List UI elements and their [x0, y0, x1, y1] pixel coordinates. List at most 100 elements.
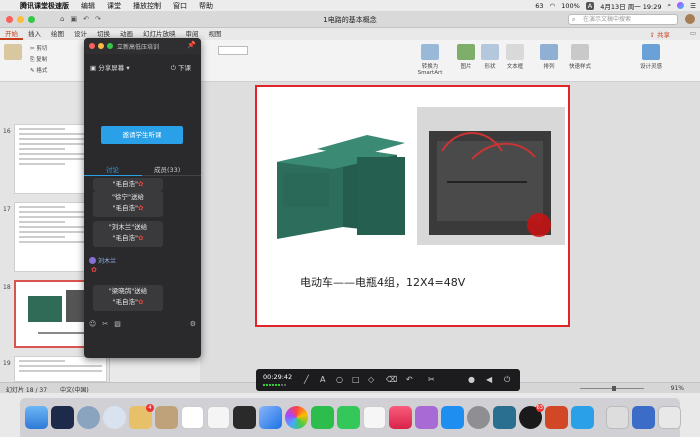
- copy-button[interactable]: ⎘ 复制: [30, 55, 47, 64]
- mail-stamp-icon[interactable]: 4: [129, 404, 154, 429]
- zoom-panel-icon[interactable]: [107, 43, 113, 49]
- tab-discussion[interactable]: 讨论: [106, 164, 119, 174]
- design-ideas-button[interactable]: 设计灵感: [636, 44, 666, 70]
- menu-classroom[interactable]: 课堂: [101, 1, 127, 11]
- tencent-classroom-icon[interactable]: [571, 406, 594, 429]
- copy-icon: ⎘: [30, 57, 35, 63]
- zoom-slider-handle[interactable]: [612, 386, 616, 391]
- slide-thumbnail[interactable]: [14, 356, 107, 382]
- convert-smartart-button[interactable]: 转换为 SmartArt: [415, 44, 445, 76]
- search-placeholder: 在演示文稿中搜索: [583, 16, 632, 23]
- maps-icon[interactable]: [259, 406, 282, 429]
- battery-pack-image[interactable]: [273, 135, 405, 242]
- trash-icon[interactable]: ⌫: [386, 375, 397, 384]
- chat-message: "刘木兰"送给 "毛自浩"✿: [93, 221, 163, 247]
- arrange-button[interactable]: 排列: [540, 44, 558, 70]
- tab-insert[interactable]: 插入: [23, 28, 46, 40]
- downloads-stack-icon[interactable]: [606, 406, 629, 429]
- tab-view[interactable]: 视图: [204, 28, 227, 40]
- comment-icon[interactable]: ▭: [690, 29, 696, 37]
- menu-help[interactable]: 帮助: [193, 1, 219, 11]
- zoom-level[interactable]: 91%: [671, 385, 684, 392]
- network-icon[interactable]: [493, 406, 516, 429]
- menu-app-name[interactable]: 腾讯课堂极速版: [14, 1, 75, 11]
- facetime-icon[interactable]: [311, 406, 334, 429]
- rectangle-icon[interactable]: □: [352, 375, 360, 384]
- format-painter-button[interactable]: ✎ 格式: [30, 66, 47, 74]
- status-battery-count[interactable]: 63: [535, 2, 543, 10]
- messages-icon[interactable]: [337, 406, 360, 429]
- finder-icon[interactable]: [25, 406, 48, 429]
- battery-wiring-image[interactable]: [417, 107, 565, 245]
- powerpoint-icon[interactable]: [545, 406, 568, 429]
- wifi-icon[interactable]: ◠: [550, 2, 556, 10]
- tab-draw[interactable]: 绘图: [46, 28, 69, 40]
- language-indicator[interactable]: 中文(中国): [60, 385, 89, 394]
- circle-icon[interactable]: ○: [336, 375, 343, 384]
- current-slide[interactable]: [255, 85, 570, 327]
- speaker-icon[interactable]: ◀: [486, 375, 492, 384]
- text-tool-icon[interactable]: A: [320, 375, 325, 384]
- screenshot-stack-icon[interactable]: [632, 406, 655, 429]
- undo-icon[interactable]: ↶: [406, 375, 413, 384]
- shape-button[interactable]: 形状: [481, 44, 499, 70]
- photos-icon[interactable]: [285, 406, 308, 429]
- chat-message: "徐宁"送给 "毛自浩"✿: [93, 191, 163, 217]
- paste-button[interactable]: [4, 44, 22, 62]
- share-button[interactable]: ⇪ 共享: [649, 29, 670, 39]
- contacts-icon[interactable]: [155, 406, 178, 429]
- qq-icon[interactable]: 63: [519, 404, 544, 429]
- close-panel-icon[interactable]: [89, 43, 95, 49]
- menu-edit[interactable]: 编辑: [75, 1, 101, 11]
- spotlight-icon[interactable]: ⌕: [668, 1, 672, 10]
- menu-window[interactable]: 窗口: [167, 1, 193, 11]
- slide-caption-text[interactable]: 电动车——电瓶4组，12X4=48V: [300, 274, 465, 290]
- microphone-icon[interactable]: ●: [468, 375, 475, 384]
- picture-button[interactable]: 图片: [457, 44, 475, 70]
- status-battery-pct[interactable]: 100%: [561, 2, 580, 10]
- message-text: "毛自浩": [112, 298, 139, 306]
- scissors-icon[interactable]: ✂: [428, 375, 435, 384]
- design-ideas-icon: [642, 44, 660, 60]
- system-preferences-icon[interactable]: [467, 406, 490, 429]
- classroom-window-controls: [89, 43, 113, 49]
- quick-styles-button[interactable]: 快速样式: [565, 44, 595, 70]
- account-icon[interactable]: [685, 14, 695, 24]
- reminders-icon[interactable]: [233, 406, 256, 429]
- font-size-select[interactable]: [218, 46, 248, 55]
- clock[interactable]: 4月13日 周一 19:29: [600, 1, 661, 11]
- numbers-icon[interactable]: [363, 406, 386, 429]
- rose-icon: ✿: [91, 266, 97, 274]
- emoji-icon[interactable]: ☺: [89, 320, 96, 328]
- end-class-button[interactable]: ⏻ 下课: [171, 62, 191, 73]
- notification-center-icon[interactable]: ☰: [690, 2, 696, 10]
- share-screen-button[interactable]: ▣ 分享屏幕 ▾: [90, 62, 130, 72]
- siri-icon[interactable]: [51, 406, 74, 429]
- image-icon[interactable]: ▨: [114, 320, 121, 328]
- pin-icon[interactable]: 📌: [187, 41, 196, 49]
- search-input[interactable]: ⌕ 在演示文稿中搜索: [568, 14, 678, 25]
- safari-icon[interactable]: [103, 406, 126, 429]
- podcasts-icon[interactable]: [415, 406, 438, 429]
- tab-members[interactable]: 成员(33): [154, 164, 180, 174]
- cut-button[interactable]: ✂ 剪切: [30, 44, 47, 52]
- eraser-icon[interactable]: ◇: [368, 375, 374, 384]
- app-store-icon[interactable]: [441, 406, 464, 429]
- pen-icon[interactable]: ╱: [304, 375, 309, 384]
- invite-students-button[interactable]: 邀请学生听课: [101, 126, 183, 144]
- scissors-icon[interactable]: ✂: [102, 320, 108, 328]
- notes-icon[interactable]: [207, 406, 230, 429]
- cut-label: 剪切: [36, 46, 48, 52]
- minimize-panel-icon[interactable]: [98, 43, 104, 49]
- music-icon[interactable]: [389, 406, 412, 429]
- launchpad-icon[interactable]: [77, 406, 100, 429]
- input-method-indicator[interactable]: A: [585, 1, 595, 10]
- power-icon[interactable]: ⏻: [504, 375, 510, 385]
- tab-home[interactable]: 开始: [0, 28, 23, 40]
- gear-icon[interactable]: ⚙: [190, 320, 196, 328]
- textbox-button[interactable]: 文本框: [506, 44, 524, 70]
- trash-icon[interactable]: [658, 406, 681, 429]
- calendar-icon[interactable]: [181, 406, 204, 429]
- siri-icon[interactable]: [677, 2, 685, 9]
- menu-playback[interactable]: 播放控制: [127, 1, 167, 11]
